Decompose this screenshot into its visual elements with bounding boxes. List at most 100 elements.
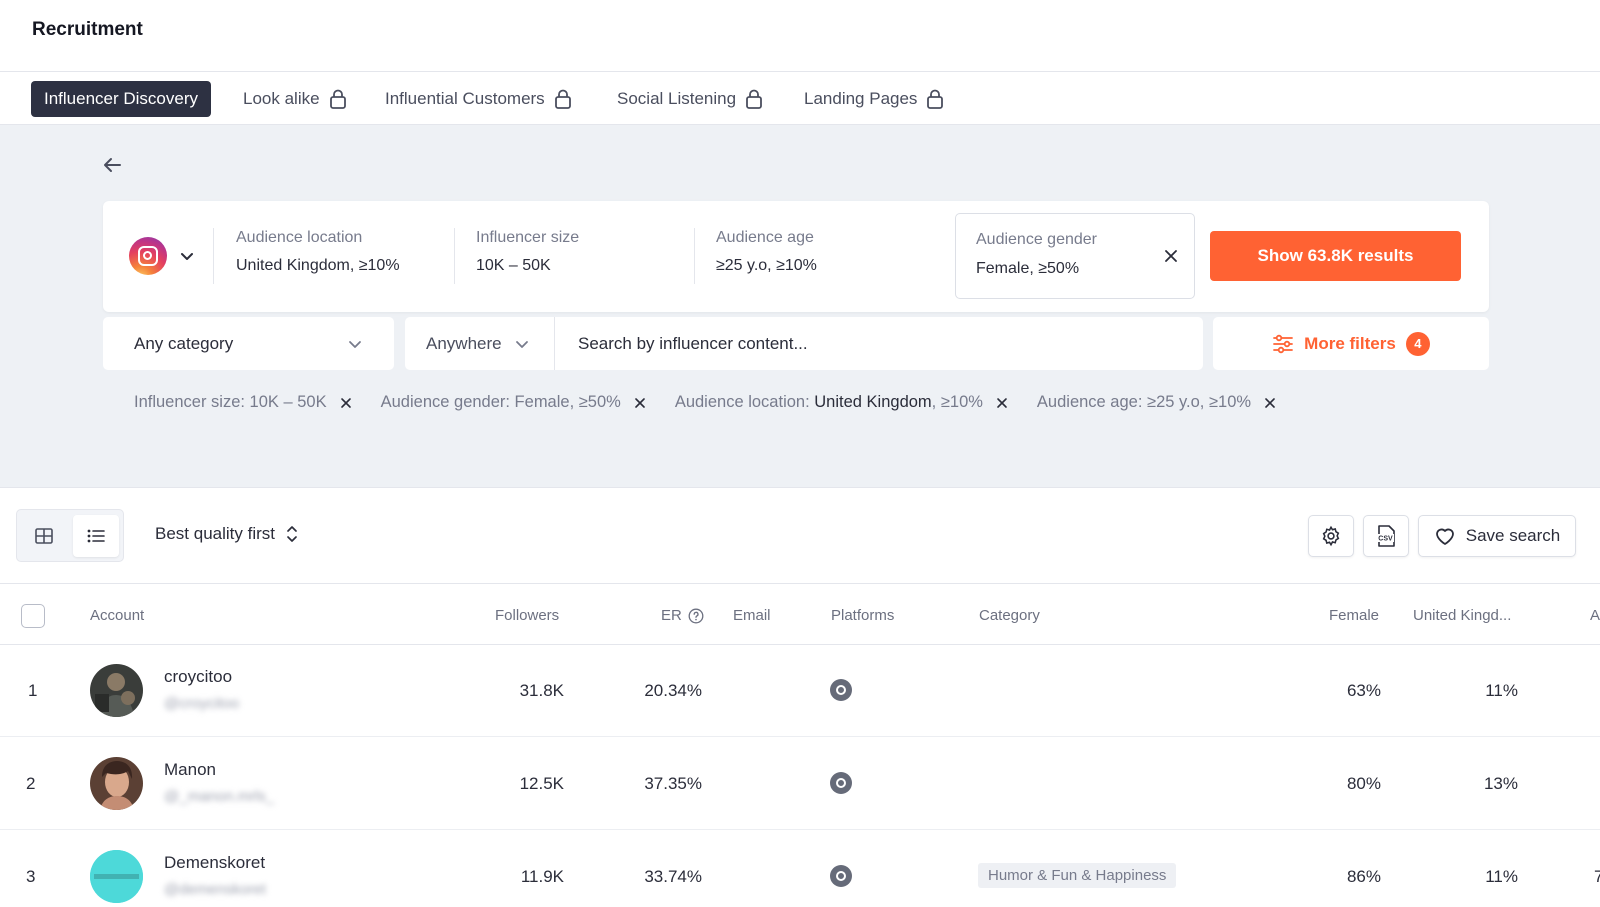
save-search-button[interactable]: Save search [1418,515,1576,557]
tab-label: Influencer Discovery [44,89,199,108]
column-header-er[interactable]: ER [661,607,704,624]
close-icon[interactable] [633,396,647,410]
chip-strong: United Kingdom [814,393,932,411]
column-header-platforms[interactable]: Platforms [831,607,894,624]
lock-icon [746,89,762,109]
list-icon [87,529,105,543]
tab-label: Social Listening [617,89,737,108]
tab-influential-customers[interactable]: Influential Customers [385,81,572,117]
sort-icon [287,526,297,542]
lock-icon [927,89,944,109]
account-name[interactable]: Manon [164,760,216,780]
category-tag: Humor & Fun & Happiness [978,863,1177,888]
followers-value: 12.5K [519,774,564,793]
grid-icon [35,528,53,544]
female-value: 63% [1346,681,1381,700]
close-icon[interactable] [1162,247,1180,265]
top-bar: Recruitment [0,0,1600,72]
filter-chip: Audience age: ≥25 y.o, ≥10% [1037,393,1277,412]
account-handle: @croycitoo [164,695,240,712]
avatar[interactable] [90,664,143,717]
tab-influencer-discovery[interactable]: Influencer Discovery [31,81,212,117]
er-value: 20.34% [644,681,702,700]
lock-icon [554,89,571,109]
account-name[interactable]: croycitoo [164,667,232,687]
female-value: 86% [1346,867,1381,886]
filter-value: Female, ≥50% [976,260,1080,277]
csv-export-button[interactable]: CSV [1363,515,1409,557]
avatar[interactable] [90,850,143,903]
influencer-size-filter[interactable]: Influencer size 10K – 50K [476,229,579,275]
row-index: 3 [26,867,36,886]
location-select[interactable]: Anywhere [405,317,555,370]
list-view-button[interactable] [73,515,119,557]
sliders-icon [1273,334,1294,353]
grid-view-button[interactable] [21,515,67,557]
divider [694,228,695,284]
settings-button[interactable] [1308,515,1354,557]
back-arrow-icon[interactable] [100,153,124,177]
lock-icon [329,89,346,109]
chevron-down-icon [349,340,361,348]
filter-label: Audience location [236,229,363,246]
filter-panel: Audience location United Kingdom, ≥10% I… [0,125,1600,488]
page-title: Recruitment [32,19,143,40]
close-icon[interactable] [995,396,1009,410]
avatar[interactable] [90,757,143,810]
more-filters-button[interactable]: More filters 4 [1213,317,1489,370]
column-header-extra[interactable]: A [1590,607,1600,624]
content-search-input[interactable] [556,317,1196,370]
category-select[interactable]: Any category [103,317,394,370]
tab-landing-pages[interactable]: Landing Pages [804,81,944,117]
column-header-email[interactable]: Email [733,607,771,624]
search-group: Anywhere [405,317,1203,370]
column-header-female[interactable]: Female [1329,607,1379,624]
select-all-checkbox[interactable] [21,604,45,628]
instagram-icon [830,865,852,887]
uk-value: 11% [1485,681,1518,700]
filter-chip: Audience location: United Kingdom, ≥10% [675,393,1009,412]
save-search-label: Save search [1465,526,1561,545]
chip-prefix: Audience location: [674,393,815,411]
er-label: ER [661,607,682,624]
instagram-icon [129,237,167,275]
sort-select[interactable]: Best quality first [155,524,299,544]
column-header-category[interactable]: Category [979,607,1040,624]
extra-value: 7 [1594,867,1600,886]
location-value: Anywhere [426,333,502,353]
svg-text:CSV: CSV [1378,536,1393,543]
tab-social-listening[interactable]: Social Listening [617,81,763,117]
instagram-icon [830,772,852,794]
divider [454,228,455,284]
audience-gender-filter[interactable]: Audience gender Female, ≥50% [955,213,1195,299]
account-handle: @_manon.mrls_ [164,788,275,805]
more-filters-label: More filters [1304,333,1396,353]
column-header-followers[interactable]: Followers [495,607,559,624]
filter-value: United Kingdom, ≥10% [236,257,400,274]
account-name[interactable]: Demenskoret [164,853,265,873]
table-row[interactable]: 2 Manon @_manon.mrls_ 12.5K 37.35% 80% 1… [0,738,1600,830]
filter-value: ≥25 y.o, ≥10% [716,257,817,274]
table-row[interactable]: 3 Demenskoret @demenskoret 11.9K 33.74% … [0,831,1600,907]
account-handle: @demenskoret [164,881,266,898]
tab-label: Landing Pages [804,89,918,108]
close-icon[interactable] [1263,396,1277,410]
platform-select[interactable] [129,237,195,275]
help-icon[interactable] [688,608,704,624]
filter-label: Audience age [716,229,814,246]
audience-age-filter[interactable]: Audience age ≥25 y.o, ≥10% [716,229,817,275]
column-header-account[interactable]: Account [90,607,144,624]
chip-label: Influencer size: 10K – 50K [134,393,327,411]
audience-location-filter[interactable]: Audience location United Kingdom, ≥10% [236,229,400,275]
show-results-button[interactable]: Show 63.8K results [1210,231,1461,281]
close-icon[interactable] [339,396,353,410]
tab-look-alike[interactable]: Look alike [243,81,347,117]
category-value: Any category [134,333,234,353]
tab-label: Influential Customers [385,89,545,108]
csv-file-icon: CSV [1377,525,1395,547]
table-row[interactable]: 1 croycitoo @croycitoo 31.8K 20.34% 63% … [0,645,1600,737]
tab-label: Look alike [243,89,320,108]
filter-count-badge: 4 [1405,331,1430,356]
column-header-united-kingdom[interactable]: United Kingd... [1413,607,1511,624]
row-index: 1 [28,681,38,700]
